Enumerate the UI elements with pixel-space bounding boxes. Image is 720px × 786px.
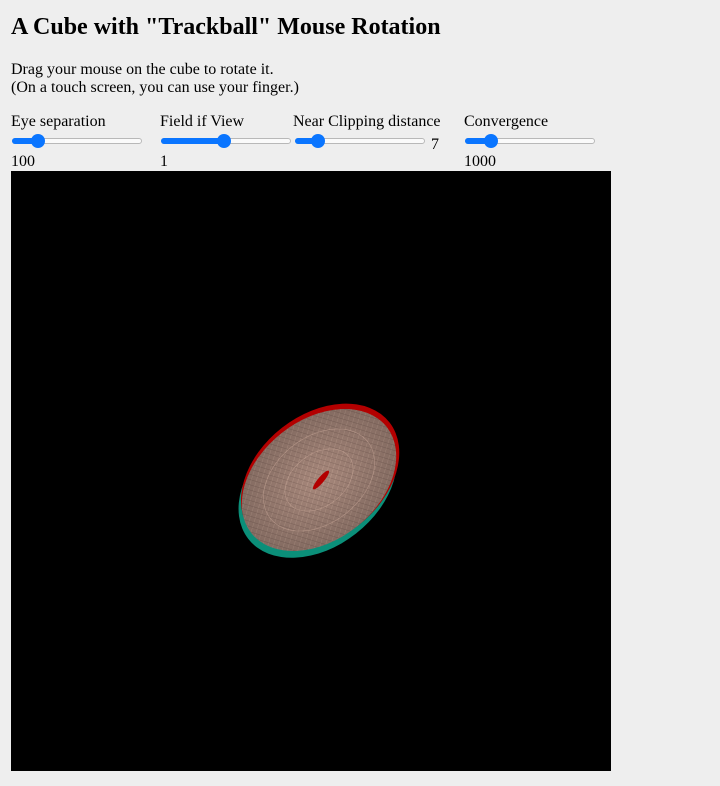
anaglyph-render [238, 403, 400, 558]
slider-thumb[interactable] [216, 134, 231, 148]
near-clipping-slider[interactable] [295, 134, 425, 148]
convergence-value: 1000 [464, 153, 496, 170]
eye-separation-value: 100 [11, 153, 35, 170]
instruction-line-1: Drag your mouse on the cube to rotate it… [11, 61, 274, 78]
field-of-view-slider[interactable] [161, 134, 291, 148]
trackball-canvas[interactable] [11, 171, 611, 771]
slider-thumb[interactable] [30, 134, 45, 148]
instruction-line-2: (On a touch screen, you can use your fin… [11, 79, 299, 96]
slider-thumb[interactable] [311, 134, 326, 148]
eye-separation-label: Eye separation [11, 113, 106, 130]
near-clipping-label: Near Clipping distance [293, 113, 441, 130]
field-of-view-value: 1 [160, 153, 168, 170]
slider-fill [161, 138, 224, 144]
convergence-slider[interactable] [465, 134, 595, 148]
slider-thumb[interactable] [483, 134, 498, 148]
page-title: A Cube with "Trackball" Mouse Rotation [11, 14, 441, 40]
eye-separation-slider[interactable] [12, 134, 142, 148]
convergence-label: Convergence [464, 113, 549, 130]
near-clipping-value: 7 [431, 136, 439, 153]
instructions: Drag your mouse on the cube to rotate it… [11, 61, 299, 97]
field-of-view-label: Field if View [160, 113, 245, 130]
